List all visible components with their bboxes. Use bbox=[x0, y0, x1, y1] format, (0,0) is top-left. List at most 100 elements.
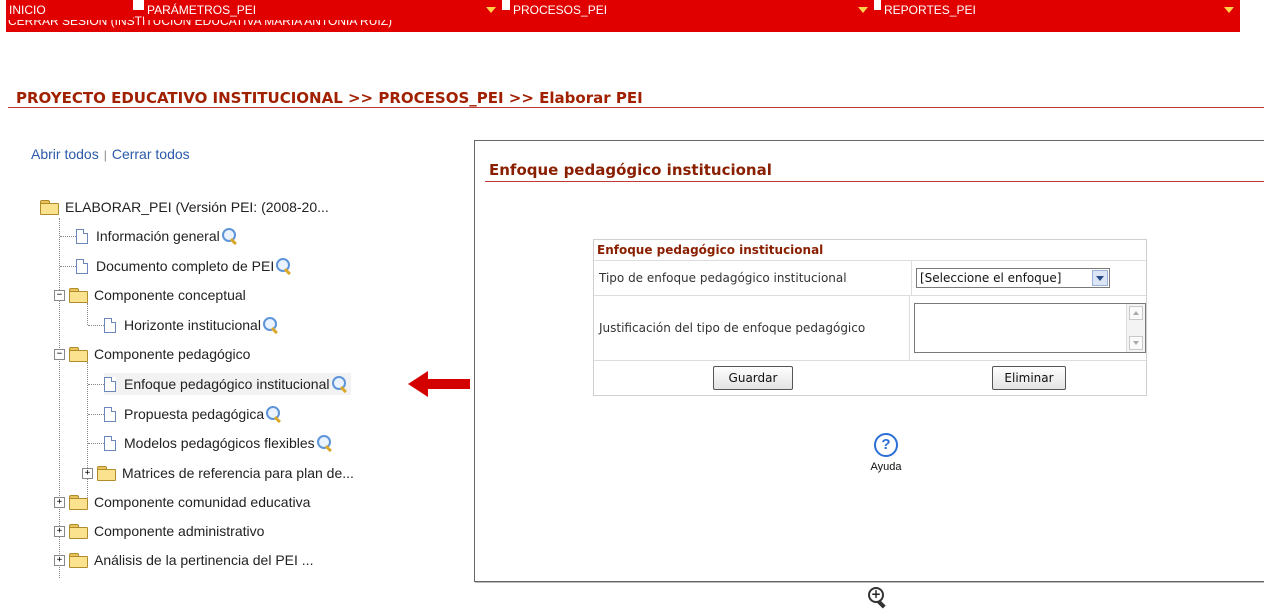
document-icon bbox=[104, 406, 116, 422]
document-icon bbox=[104, 435, 116, 451]
tree-root-label: ELABORAR_PEI (Versión PEI: (2008-20... bbox=[65, 199, 329, 215]
scroll-down-icon[interactable] bbox=[1129, 336, 1143, 350]
tree-item-componente-conceptual[interactable]: − Componente conceptual bbox=[54, 284, 246, 306]
tree-item-label: Matrices de referencia para plan de... bbox=[122, 465, 354, 481]
chevron-down-icon bbox=[1224, 7, 1234, 13]
expand-icon[interactable]: + bbox=[54, 525, 65, 537]
tree-item-label: Componente pedagógico bbox=[94, 346, 251, 362]
form-row-tipo: Tipo de enfoque pedagógico institucional… bbox=[594, 261, 1146, 296]
tree-item-enfoque-pedagogico[interactable]: Enfoque pedagógico institucional bbox=[104, 373, 351, 395]
nav-inicio-label: INICIO bbox=[9, 3, 46, 17]
nav-reportes-label: REPORTES_PEI bbox=[884, 3, 976, 17]
tree-item-label: Componente conceptual bbox=[94, 287, 246, 303]
help-icon: ? bbox=[874, 433, 898, 457]
scrollbar[interactable] bbox=[1126, 304, 1145, 352]
tree-connector bbox=[60, 236, 76, 237]
collapse-icon[interactable]: − bbox=[54, 289, 65, 301]
tree-item-informacion-general[interactable]: Información general bbox=[76, 225, 239, 247]
close-all-link[interactable]: Cerrar todos bbox=[112, 146, 190, 162]
panel-divider bbox=[485, 181, 1264, 182]
expand-icon[interactable]: + bbox=[54, 554, 65, 566]
enfoque-form: Enfoque pedagógico institucional Tipo de… bbox=[593, 239, 1147, 396]
expand-icon[interactable]: + bbox=[82, 467, 93, 479]
magnifier-icon[interactable] bbox=[331, 375, 349, 393]
tree-item-administrativo[interactable]: + Componente administrativo bbox=[54, 520, 264, 542]
tree-connector bbox=[88, 384, 104, 385]
magnifier-icon[interactable] bbox=[221, 227, 239, 245]
tree-item-label: Propuesta pedagógica bbox=[124, 406, 265, 422]
tree-item-label: Enfoque pedagógico institucional bbox=[124, 376, 330, 392]
tree-item-comunidad-educativa[interactable]: + Componente comunidad educativa bbox=[54, 491, 310, 513]
scroll-up-icon[interactable] bbox=[1129, 306, 1143, 320]
tree-item-label: Documento completo de PEI bbox=[96, 258, 275, 274]
document-icon bbox=[76, 228, 88, 244]
chevron-down-icon[interactable] bbox=[1092, 270, 1108, 286]
nav-reportes[interactable]: REPORTES_PEI bbox=[881, 0, 1240, 20]
nav-parametros-label: PARÁMETROS_PEI bbox=[147, 3, 257, 17]
panel-title: Enfoque pedagógico institucional bbox=[489, 161, 772, 179]
breadcrumb: PROYECTO EDUCATIVO INSTITUCIONAL >> PROC… bbox=[16, 89, 643, 107]
tree-item-label: Componente comunidad educativa bbox=[94, 494, 311, 510]
delete-button[interactable]: Eliminar bbox=[992, 366, 1066, 390]
open-all-link[interactable]: Abrir todos bbox=[31, 146, 99, 162]
nav-procesos[interactable]: PROCESOS_PEI bbox=[510, 0, 874, 20]
tree-item-label: Horizonte institucional bbox=[124, 317, 261, 333]
tree-item-label: Análisis de la pertinencia del PEI ... bbox=[94, 552, 314, 568]
form-actions: Guardar Eliminar bbox=[594, 361, 1146, 395]
magnifier-icon[interactable] bbox=[265, 405, 283, 423]
separator: | bbox=[103, 148, 107, 162]
tree-item-modelos-flexibles[interactable]: Modelos pedagógicos flexibles bbox=[104, 432, 334, 454]
breadcrumb-divider bbox=[8, 107, 1264, 108]
tree-connector bbox=[60, 266, 76, 267]
magnifier-icon[interactable] bbox=[316, 434, 334, 452]
justificacion-label: Justificación del tipo de enfoque pedagó… bbox=[594, 296, 910, 360]
zoom-in-icon[interactable]: + bbox=[866, 585, 888, 609]
help-button[interactable]: ? Ayuda bbox=[856, 433, 916, 473]
document-icon bbox=[76, 258, 88, 274]
save-button[interactable]: Guardar bbox=[713, 366, 793, 390]
folder-open-icon bbox=[40, 200, 59, 215]
chevron-down-icon bbox=[858, 7, 868, 13]
tree-item-analisis-pertinencia[interactable]: + Análisis de la pertinencia del PEI ... bbox=[54, 549, 313, 571]
tree-item-label: Información general bbox=[96, 228, 220, 244]
magnifier-icon[interactable] bbox=[262, 316, 280, 334]
content-panel: Enfoque pedagógico institucional Enfoque… bbox=[474, 140, 1264, 582]
chevron-down-icon bbox=[486, 7, 496, 13]
justificacion-textarea[interactable] bbox=[914, 303, 1146, 353]
folder-open-icon bbox=[69, 288, 88, 303]
document-icon bbox=[104, 376, 116, 392]
expand-icon[interactable]: + bbox=[54, 496, 65, 508]
document-icon bbox=[104, 317, 116, 333]
tree-item-label: Componente administrativo bbox=[94, 523, 265, 539]
folder-closed-icon bbox=[69, 495, 88, 510]
tree-connector bbox=[88, 325, 104, 326]
collapse-icon[interactable]: − bbox=[54, 348, 65, 360]
tree-item-label: Modelos pedagógicos flexibles bbox=[124, 435, 315, 451]
enfoque-select-value: [Seleccione el enfoque] bbox=[920, 271, 1062, 285]
folder-closed-icon bbox=[69, 524, 88, 539]
folder-closed-icon bbox=[69, 553, 88, 568]
tree-item-matrices[interactable]: + Matrices de referencia para plan de... bbox=[82, 462, 354, 484]
folder-closed-icon bbox=[97, 466, 116, 481]
tree-item-documento-completo[interactable]: Documento completo de PEI bbox=[76, 255, 293, 277]
tree-item-horizonte-institucional[interactable]: Horizonte institucional bbox=[104, 314, 280, 336]
justificacion-cell bbox=[910, 296, 1146, 360]
tipo-cell: [Seleccione el enfoque] bbox=[912, 261, 1146, 295]
save-cell: Guardar bbox=[594, 366, 912, 390]
enfoque-select[interactable]: [Seleccione el enfoque] bbox=[916, 268, 1110, 288]
form-row-justificacion: Justificación del tipo de enfoque pedagó… bbox=[594, 296, 1146, 361]
nav-parametros[interactable]: PARÁMETROS_PEI bbox=[144, 0, 502, 20]
nav-inicio[interactable]: INICIO bbox=[6, 0, 133, 20]
red-arrow-icon bbox=[408, 371, 470, 397]
tree-item-propuesta-pedagogica[interactable]: Propuesta pedagógica bbox=[104, 403, 283, 425]
tree-root[interactable]: ELABORAR_PEI (Versión PEI: (2008-20... bbox=[40, 196, 329, 218]
form-header: Enfoque pedagógico institucional bbox=[594, 240, 1146, 261]
help-label: Ayuda bbox=[870, 461, 902, 473]
folder-open-icon bbox=[69, 347, 88, 362]
tree-connector bbox=[88, 443, 104, 444]
magnifier-icon[interactable] bbox=[275, 257, 293, 275]
tree-item-componente-pedagogico[interactable]: − Componente pedagógico bbox=[54, 343, 250, 365]
tipo-label: Tipo de enfoque pedagógico institucional bbox=[594, 261, 912, 295]
tree-controls: Abrir todos | Cerrar todos bbox=[31, 146, 190, 162]
tree-connector bbox=[87, 303, 88, 325]
